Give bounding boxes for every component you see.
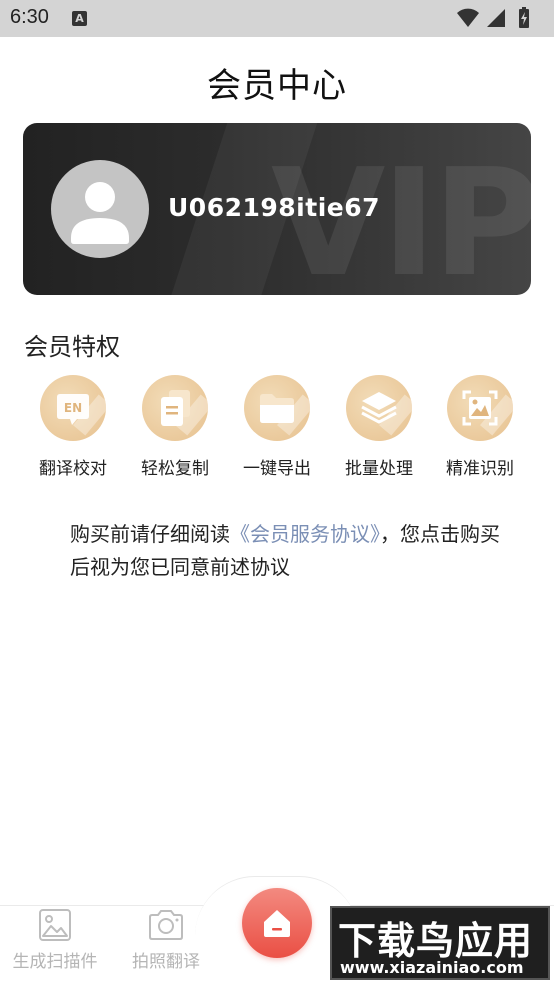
site-watermark-logo: 下载鸟应用 www.xiazainiao.com: [330, 906, 550, 980]
user-icon: [71, 182, 129, 244]
agreement-text: 购买前请仔细阅读《会员服务协议》，您点击购买后视为您已同意前述协议: [70, 518, 510, 584]
privilege-label: 一键导出: [243, 459, 311, 479]
wifi-icon: [457, 8, 479, 27]
layers-icon: [346, 375, 412, 441]
privilege-item-copy[interactable]: 轻松复制: [125, 375, 225, 479]
home-icon: [264, 910, 290, 937]
privilege-item-recognize[interactable]: 精准识别: [430, 375, 530, 479]
signal-icon: [487, 9, 505, 27]
username: U062198itie67: [168, 193, 381, 222]
site-brand: 下载鸟应用: [338, 919, 534, 963]
status-time: 6:30: [10, 6, 49, 28]
center-home-button[interactable]: [242, 888, 312, 958]
nav-label: 生成扫描件: [12, 952, 98, 972]
camera-icon: [149, 910, 183, 940]
privileges-list: EN 翻译校对 轻松复制 一键导出 批量处理 精准识别: [17, 375, 537, 485]
site-url: www.xiazainiao.com: [340, 958, 524, 977]
image-icon: [39, 909, 71, 941]
image-scan-icon: [447, 375, 513, 441]
vip-card: VIP U062198itie67: [23, 123, 531, 295]
privilege-label: 轻松复制: [141, 459, 209, 479]
privilege-item-export[interactable]: 一键导出: [227, 375, 327, 479]
status-bar: 6:30 A: [0, 0, 554, 37]
battery-icon: [519, 7, 529, 28]
privilege-label: 批量处理: [345, 459, 413, 479]
copy-icon: [142, 375, 208, 441]
privilege-item-translate[interactable]: EN 翻译校对: [23, 375, 123, 479]
folder-icon: [244, 375, 310, 441]
privilege-item-batch[interactable]: 批量处理: [329, 375, 429, 479]
status-icons: [456, 7, 542, 29]
privilege-label: 精准识别: [446, 459, 514, 479]
nav-item-scan[interactable]: 生成扫描件: [0, 908, 110, 972]
avatar[interactable]: [51, 160, 149, 258]
icon-text: EN: [64, 401, 82, 415]
notification-icon: A: [72, 11, 87, 26]
page-title: 会员中心: [207, 66, 347, 106]
translate-bubble-icon: EN: [40, 375, 106, 441]
nav-item-photo-translate[interactable]: 拍照翻译: [111, 908, 221, 972]
section-title-privileges: 会员特权: [24, 333, 120, 361]
nav-label: 拍照翻译: [132, 952, 200, 972]
service-agreement-link[interactable]: 《会员服务协议》: [230, 522, 380, 546]
privilege-label: 翻译校对: [39, 459, 107, 479]
agreement-prefix: 购买前请仔细阅读: [70, 522, 230, 546]
